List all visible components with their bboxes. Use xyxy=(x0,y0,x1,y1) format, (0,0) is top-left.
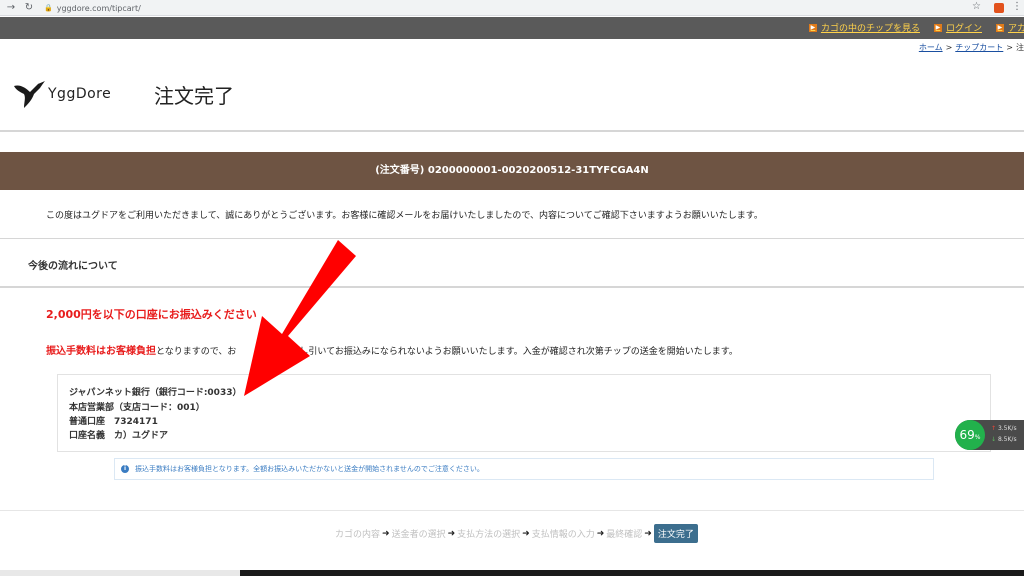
transfer-heading: 2,000円を以下の口座にお振込みください xyxy=(46,308,257,321)
thanks-message: この度はユグドアをご利用いただきまして、誠にありがとうございます。お客様に確認メ… xyxy=(46,211,763,221)
topbar-links: ▶ カゴの中のチップを見る ▶ ログイン ▶ アカウン xyxy=(808,21,1024,34)
cpu-percent-badge: 69% xyxy=(955,420,985,450)
arrow-up-icon: ↑ xyxy=(991,425,997,432)
login-link[interactable]: ▶ ログイン xyxy=(933,21,982,34)
steps-divider xyxy=(0,510,1024,511)
arrow-right-icon: ▶ xyxy=(933,23,942,32)
arrow-down-icon: ↓ xyxy=(991,436,997,443)
step-order-complete: 注文完了 xyxy=(653,524,698,543)
reload-icon[interactable]: ↻ xyxy=(22,1,36,15)
bank-account-number: 普通口座 7324171 xyxy=(69,417,158,427)
download-speed: ↓ 8.5K/s xyxy=(991,436,1017,443)
lock-icon: 🔒 xyxy=(44,4,53,12)
arrow-left-icon[interactable]: → xyxy=(4,1,18,15)
breadcrumb-current: 注 xyxy=(1016,43,1024,52)
step-cart: カゴの内容 xyxy=(335,530,381,540)
browser-toolbar: → ↻ 🔒 yggdore.com/tipcart/ ☆ ⋮ xyxy=(0,0,1024,16)
logo-text: YggDore xyxy=(48,86,112,102)
address-bar[interactable]: 🔒 yggdore.com/tipcart/ xyxy=(44,2,944,14)
url-text: yggdore.com/tipcart/ xyxy=(56,3,141,13)
bank-account-box: ジャパンネット銀行（銀行コード:0033） 本店営業部（支店コード：001） 普… xyxy=(57,374,991,452)
upload-speed: ↑ 3.5K/s xyxy=(991,425,1017,432)
arrow-right-icon: ▶ xyxy=(808,23,817,32)
step-payment-method: 支払方法の選択 xyxy=(457,530,521,540)
arrow-right-icon: ➜ xyxy=(596,528,605,539)
order-number-bar: (注文番号) 0200000001-0020200512-31TYFCGA4N xyxy=(0,152,1024,190)
step-sender: 送金者の選択 xyxy=(391,530,446,540)
logo[interactable]: YggDore xyxy=(12,78,111,110)
arrow-right-icon: ▶ xyxy=(995,23,1004,32)
bank-branch: 本店営業部（支店コード：001） xyxy=(69,403,205,413)
site-topbar: ▶ カゴの中のチップを見る ▶ ログイン ▶ アカウン xyxy=(0,17,1024,39)
info-icon: i xyxy=(121,465,129,473)
network-monitor-widget[interactable]: 69% ↑ 3.5K/s ↓ 8.5K/s xyxy=(955,420,1024,450)
transfer-notice: i 振込手数料はお客様負担となります。全額お振込みいただかないと送金が開始されま… xyxy=(114,458,934,480)
breadcrumb-home[interactable]: ホーム xyxy=(919,43,943,52)
bank-name: ジャパンネット銀行（銀行コード:0033） xyxy=(69,388,242,398)
flow-section: 今後の流れについて xyxy=(0,238,1024,288)
star-icon[interactable]: ☆ xyxy=(972,1,981,12)
fee-emphasis: 振込手数料はお客様負担 xyxy=(46,346,156,357)
arrow-right-icon: ➜ xyxy=(644,528,652,539)
step-final-confirm: 最終確認 xyxy=(606,530,643,540)
arrow-right-icon: ➜ xyxy=(447,528,456,539)
annotation-arrow-icon xyxy=(244,240,356,396)
arrow-right-icon: ➜ xyxy=(382,528,390,539)
notice-text: 振込手数料はお客様負担となります。全額お振込みいただかないと送金が開始されません… xyxy=(135,465,484,473)
account-link[interactable]: ▶ アカウン xyxy=(995,21,1024,34)
fee-notice: 振込手数料はお客様負担となりますので、お から差し引いてお振込みになられないようお… xyxy=(46,342,738,357)
extension-icon[interactable] xyxy=(994,3,1004,13)
breadcrumb: ホーム > チップカート > 注 xyxy=(918,43,1024,52)
checkout-steps: カゴの内容 ➜ 送金者の選択 ➜ 支払方法の選択 ➜ 支払情報の入力 ➜ 最終確… xyxy=(335,524,698,543)
view-cart-link[interactable]: ▶ カゴの中のチップを見る xyxy=(808,21,920,34)
site-header: YggDore 注文完了 xyxy=(0,56,1024,132)
menu-icon[interactable]: ⋮ xyxy=(1012,1,1022,12)
flow-title: 今後の流れについて xyxy=(28,261,118,272)
breadcrumb-cart[interactable]: チップカート xyxy=(955,43,1003,52)
bank-account-holder: 口座名義 カ）ユグドア xyxy=(69,431,169,441)
fee-text-a: となりますので、お xyxy=(156,347,237,357)
step-payment-info: 支払情報の入力 xyxy=(531,530,595,540)
arrow-right-icon: ➜ xyxy=(522,528,530,539)
yggdore-bird-icon xyxy=(14,81,45,108)
taskbar-search xyxy=(0,570,240,576)
page: → ↻ 🔒 yggdore.com/tipcart/ ☆ ⋮ ▶ カゴの中のチッ… xyxy=(0,0,1024,576)
page-title: 注文完了 xyxy=(154,84,234,108)
